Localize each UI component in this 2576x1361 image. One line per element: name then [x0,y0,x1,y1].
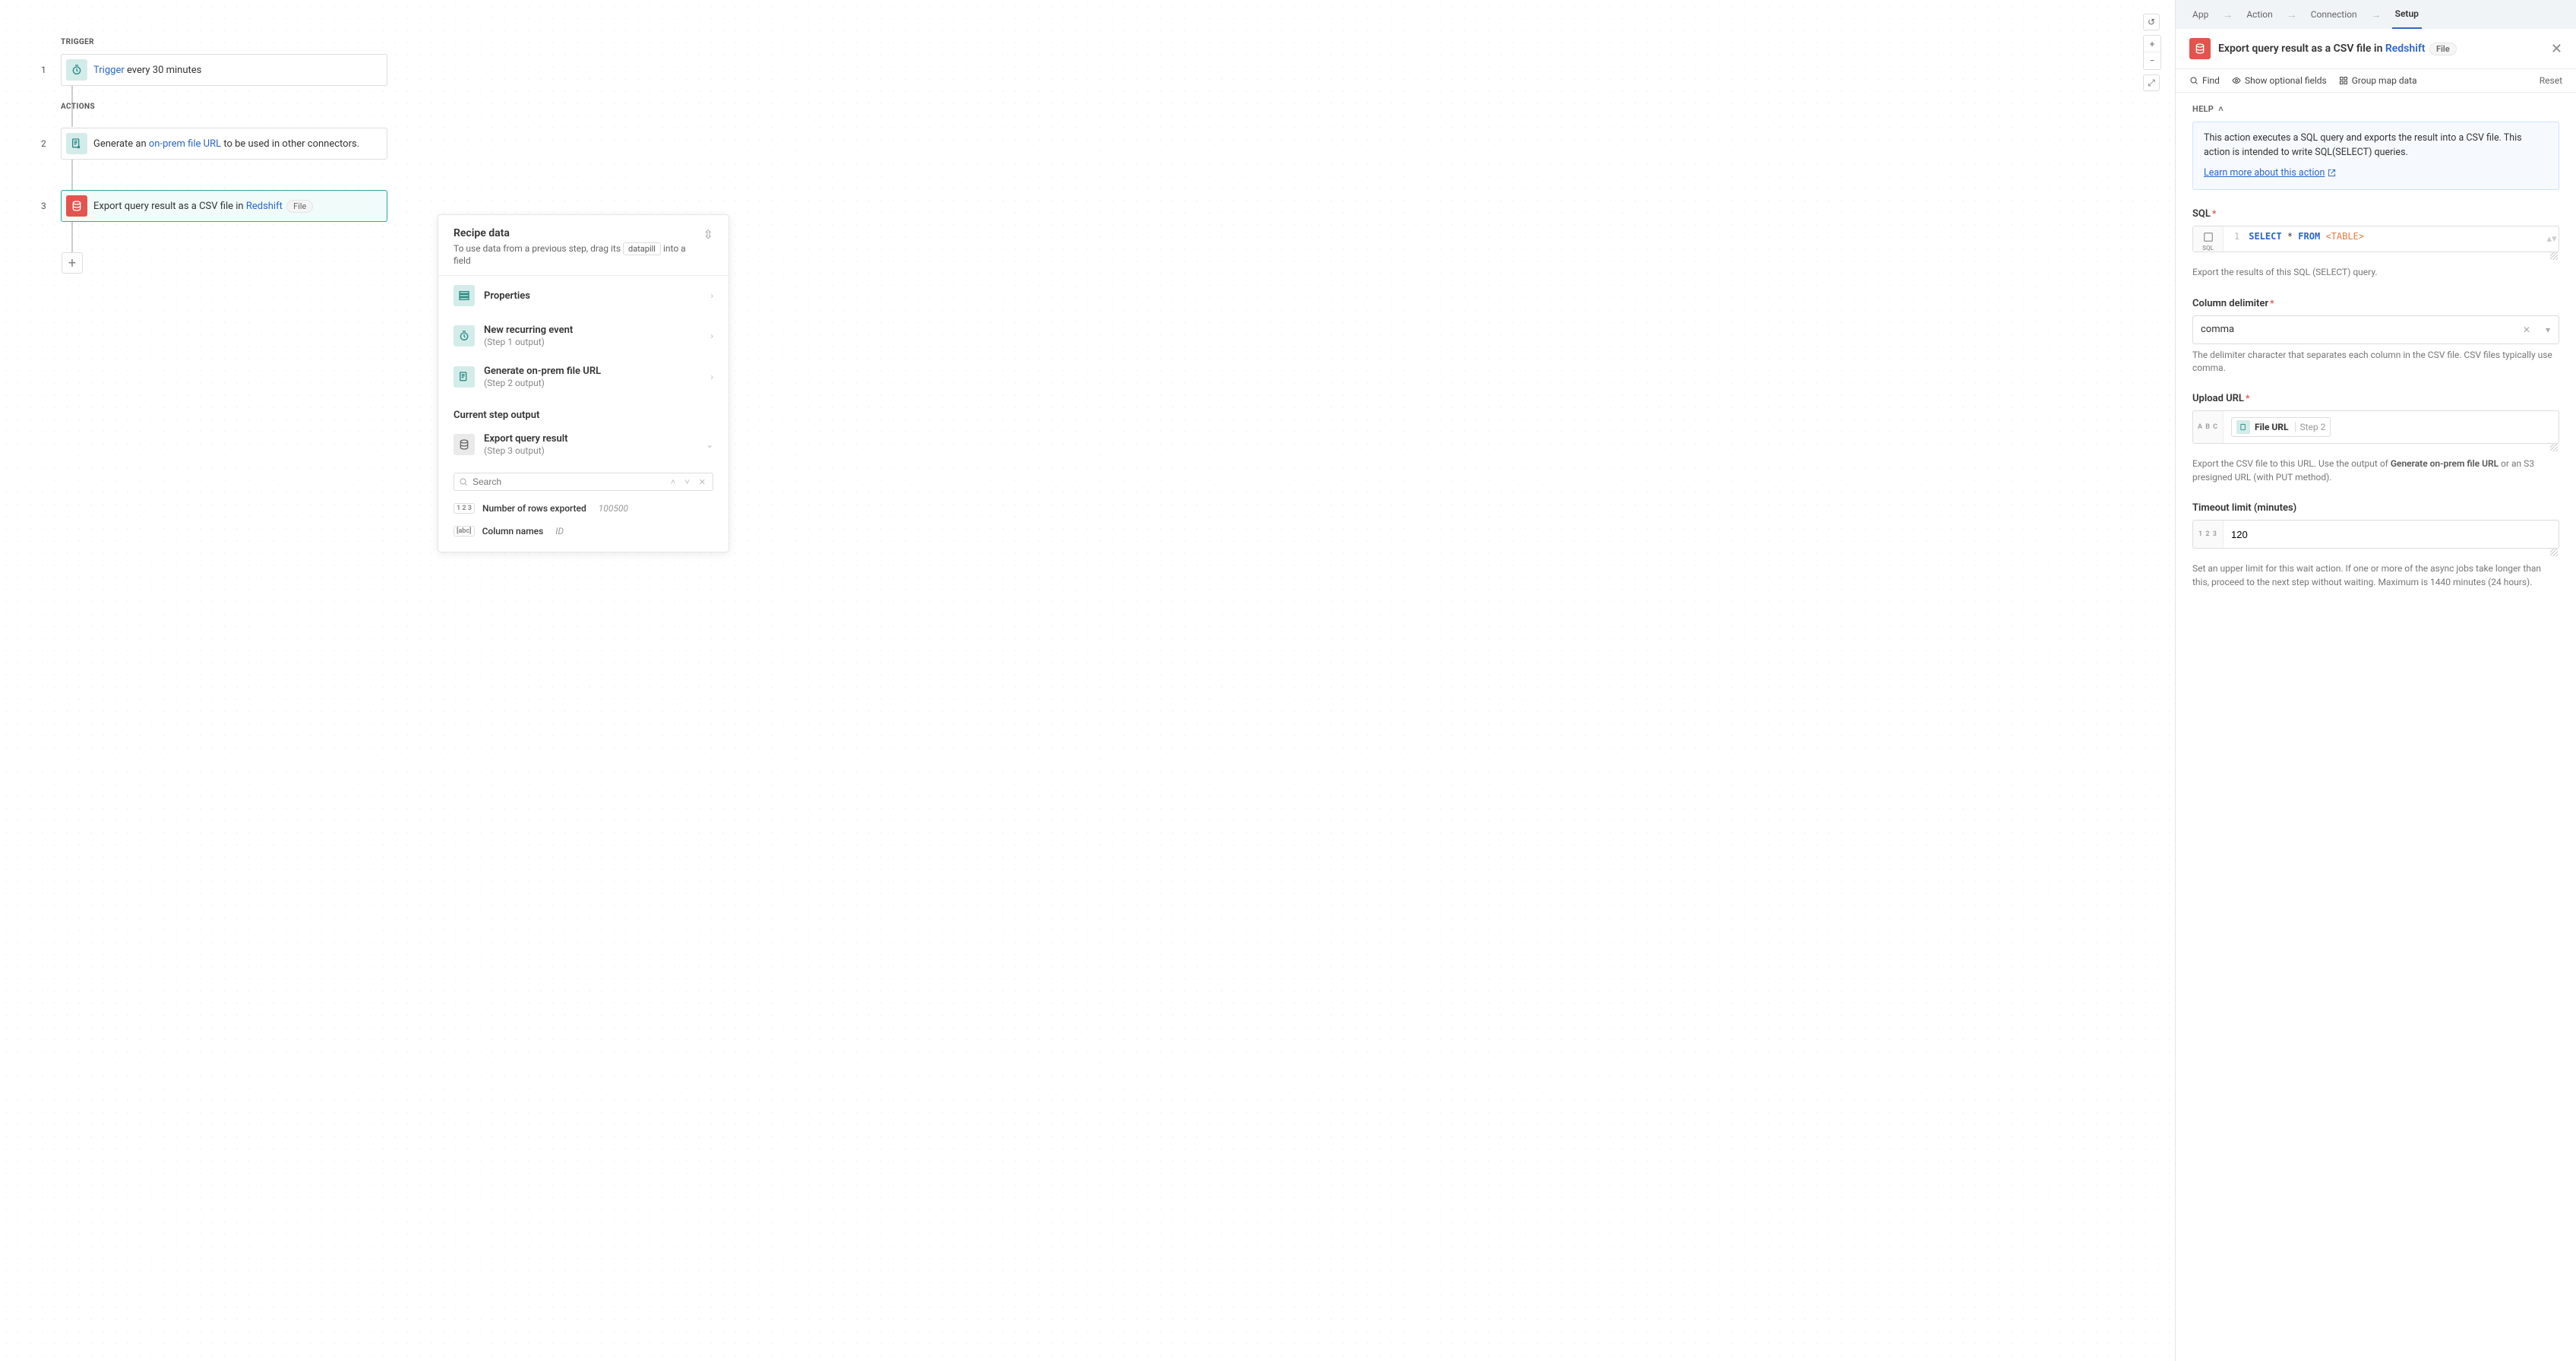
datapill-rows-exported[interactable]: 1 2 3 Number of rows exported 100500 [438,497,729,520]
actions-section-label: ACTIONS [61,103,387,111]
chevron-down-icon[interactable]: ▾ [2537,316,2559,343]
canvas[interactable]: ↺ + − ⤢ TRIGGER 1 Trigger every 30 minut… [0,0,2175,1361]
step-text: Trigger every 30 minutes [93,65,378,76]
timeout-value[interactable] [2231,529,2551,540]
file-url-icon [66,133,87,154]
close-icon[interactable]: ✕ [2551,41,2562,57]
search-next-button[interactable]: ˅ [682,477,691,487]
tab-action[interactable]: Action [2243,0,2275,29]
sql-input[interactable]: SQL 1 SELECT * FROM <TABLE> ▴▾ [2192,226,2559,252]
file-url-icon [454,366,475,388]
chevron-right-icon: → [2216,8,2239,21]
zoom-out-button[interactable]: − [2144,52,2160,69]
field-timeout: Timeout limit (minutes) 1 2 3 Set an upp… [2192,502,2559,589]
array-type-icon: [abc] [454,526,475,536]
chevron-right-icon: › [710,372,713,382]
learn-more-link[interactable]: Learn more about this action [2204,166,2336,181]
datapill-file-url[interactable]: File URL Step 2 [2231,417,2331,437]
search-input[interactable] [473,476,664,487]
number-mode-icon[interactable]: 1 2 3 [2193,521,2224,548]
panel-title: Export query result as a CSV file in Red… [2218,43,2543,55]
step-number: 1 [41,65,55,75]
database-icon [2189,38,2211,59]
chevron-right-icon: → [2365,8,2388,21]
add-step-button[interactable]: + [62,252,83,274]
chevron-right-icon: › [710,331,713,341]
field-sql: SQL* SQL 1 SELECT * FROM <TABLE> ▴▾ [2192,208,2559,279]
tab-app[interactable]: App [2189,0,2211,29]
timeout-input[interactable]: 1 2 3 [2192,520,2559,549]
tab-setup[interactable]: Setup [2392,0,2422,29]
sql-mode-icon[interactable]: SQL [2193,226,2224,252]
resize-handle-icon[interactable] [2550,444,2558,451]
step-text: Generate an on-prem file URL to be used … [93,138,378,150]
help-box: This action executes a SQL query and exp… [2192,122,2559,190]
tab-connection[interactable]: Connection [2308,0,2360,29]
undo-button[interactable]: ↺ [2143,14,2160,30]
zoom-in-button[interactable]: + [2144,36,2160,52]
collapse-icon[interactable]: ⇳ [703,227,713,242]
search-prev-button[interactable]: ˄ [668,477,678,487]
datapill-group-properties[interactable]: Properties › [438,276,729,315]
chevron-up-icon: ˄ [2218,104,2224,114]
datapill-group-step3[interactable]: Export query result (Step 3 output) ⌄ [438,424,729,465]
group-map-button[interactable]: Group map data [2339,75,2417,86]
step-2[interactable]: 2 Generate an on-prem file URL to be use… [41,128,387,160]
current-step-output-header: Current step output [438,397,729,424]
resize-handle-icon[interactable] [2550,252,2558,260]
fit-screen-button[interactable]: ⤢ [2143,74,2160,91]
find-button[interactable]: Find [2189,75,2220,86]
step-1[interactable]: 1 Trigger every 30 minutes [41,54,387,86]
step-3[interactable]: 3 Export query result as a CSV file in R… [41,190,387,222]
field-upload-url: Upload URL* A B C File URL Step 2 [2192,393,2559,484]
reset-button[interactable]: Reset [2540,75,2562,86]
properties-icon [454,285,475,306]
text-mode-icon[interactable]: A B C [2193,411,2224,443]
file-badge: File [286,200,313,213]
search-datapills[interactable]: ˄ ˅ ✕ [454,473,713,491]
search-icon [459,477,468,486]
clock-icon [454,325,475,347]
field-delimiter: Column delimiter* comma ✕ ▾ The delimite… [2192,298,2559,375]
chevron-right-icon: → [2280,8,2303,21]
datapill-column-names[interactable]: [abc] Column names ID [438,520,729,552]
help-toggle[interactable]: HELP ˄ [2192,104,2224,114]
step-number: 2 [41,138,55,149]
search-clear-button[interactable]: ✕ [697,477,708,487]
file-url-icon [2236,420,2250,434]
upload-url-input[interactable]: A B C File URL Step 2 [2192,410,2559,444]
file-badge: File [2429,43,2457,55]
step-text: Export query result as a CSV file in Red… [93,200,378,213]
sql-code[interactable]: SELECT * FROM <TABLE> [2239,226,2545,252]
chevron-down-icon: ⌄ [706,439,713,450]
recipe-data-subtitle: To use data from a previous step, drag i… [454,242,703,266]
show-optional-button[interactable]: Show optional fields [2232,75,2327,86]
clock-icon [66,59,87,81]
trigger-section-label: TRIGGER [61,38,387,46]
step-number: 3 [41,201,55,211]
config-tabs: App → Action → Connection → Setup [2176,0,2576,29]
recipe-data-panel: Recipe data To use data from a previous … [438,214,729,552]
datapill-group-step1[interactable]: New recurring event (Step 1 output) › [438,315,729,356]
config-panel: App → Action → Connection → Setup Export… [2175,0,2576,1361]
resize-handle-icon[interactable] [2550,549,2558,556]
chevron-right-icon: › [710,290,713,301]
clear-icon[interactable]: ✕ [2516,316,2537,343]
database-icon [454,434,475,455]
delimiter-select[interactable]: comma ✕ ▾ [2192,315,2559,344]
reorder-handle-icon[interactable]: ▴▾ [2545,226,2559,252]
datapill-group-step2[interactable]: Generate on-prem file URL (Step 2 output… [438,356,729,397]
number-type-icon: 1 2 3 [454,503,475,514]
recipe-data-title: Recipe data [454,227,703,239]
database-icon [66,195,87,217]
